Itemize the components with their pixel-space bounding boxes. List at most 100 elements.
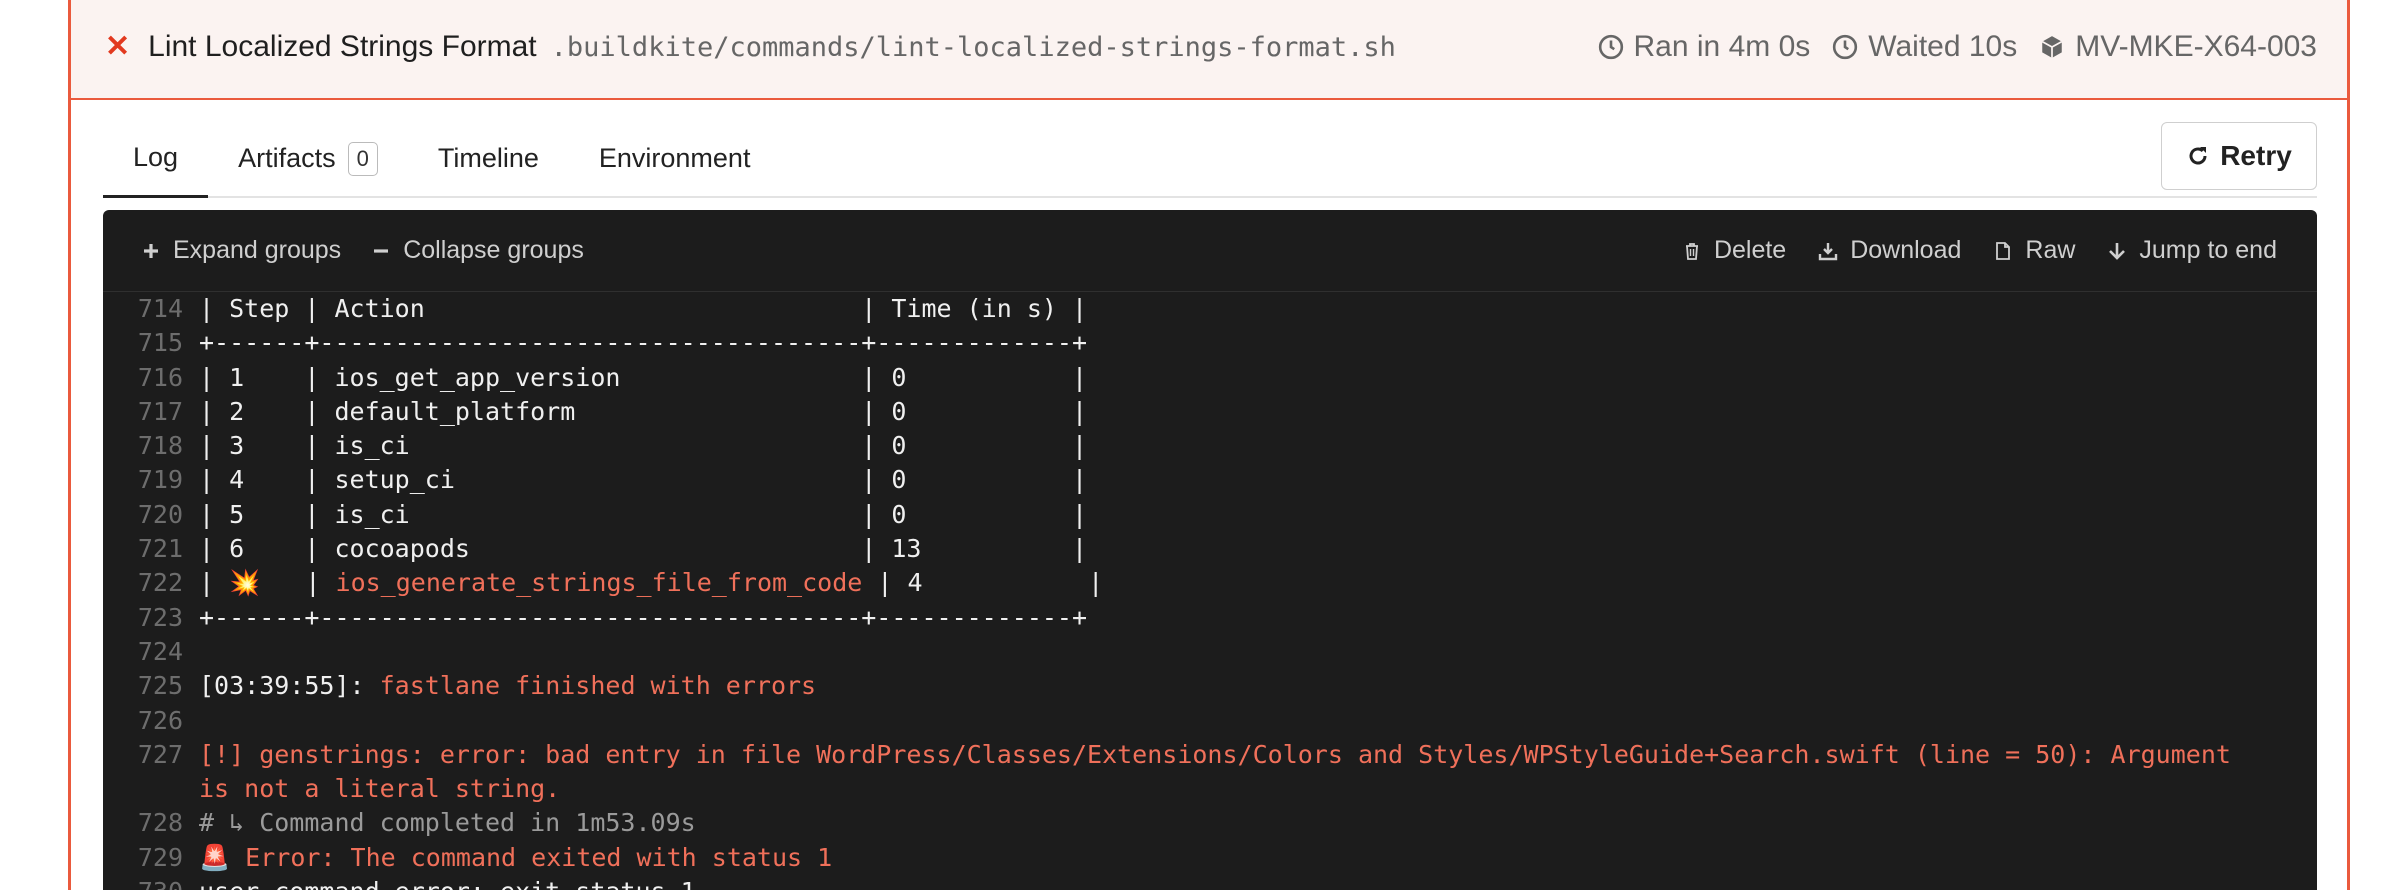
line-text: +------+--------------------------------… <box>199 602 1088 632</box>
line-number: 727 <box>137 739 183 769</box>
table-cell-separator: | <box>260 568 336 598</box>
line-number: 716 <box>137 362 183 392</box>
line-number: 729 <box>137 842 183 872</box>
job-panel: ✕ Lint Localized Strings Format .buildki… <box>68 0 2350 890</box>
delete-log-button[interactable]: Delete <box>1682 236 1786 265</box>
retry-button[interactable]: Retry <box>2161 122 2317 190</box>
line-number: 728 <box>137 808 183 838</box>
trash-icon <box>1685 242 1698 260</box>
line-text: | 2 | default_platform | 0 | <box>199 396 1088 426</box>
jump-to-end-label: Jump to end <box>2139 236 2277 264</box>
explosion-emoji: 💥 <box>229 568 261 598</box>
log-line: 726 <box>103 704 2317 738</box>
log-line: 730user command error: exit status 1 <box>103 875 2317 890</box>
download-log-button[interactable]: Download <box>1818 236 1961 265</box>
job-name: Lint Localized Strings Format <box>148 30 537 63</box>
log-line: 728 # ↳ Command completed in 1m53.09s <box>103 806 2317 840</box>
waited-text: Waited 10s <box>1868 30 2018 63</box>
line-number: 714 <box>137 294 183 323</box>
log-actions: Delete Download Raw Jump to end <box>1650 236 2277 265</box>
line-number: 718 <box>137 431 183 461</box>
log-line: 716 | 1 | ios_get_app_version | 0 | <box>103 361 2317 395</box>
command-summary: # ↳ Command completed in 1m53.09s <box>199 808 696 838</box>
tab-artifacts-label: Artifacts <box>238 143 336 173</box>
collapse-groups-button[interactable]: Collapse groups <box>371 236 584 265</box>
line-number: 715 <box>137 328 183 358</box>
log-line: 718 | 3 | is_ci | 0 | <box>103 429 2317 463</box>
line-text: | 6 | cocoapods | 13 | <box>199 534 1088 564</box>
plus-icon <box>144 243 158 258</box>
line-text: | 3 | is_ci | 0 | <box>199 431 1088 461</box>
raw-label: Raw <box>2025 236 2076 264</box>
line-text: | Step | Action | Time (in s) | <box>199 294 1088 323</box>
collapse-groups-label: Collapse groups <box>403 236 584 264</box>
log-line: 729 🚨 Error: The command exited with stat… <box>103 841 2317 875</box>
line-number: 722 <box>137 568 183 598</box>
delete-label: Delete <box>1713 236 1787 264</box>
retry-icon <box>2189 147 2207 165</box>
jump-to-end-button[interactable]: Jump to end <box>2107 236 2277 265</box>
line-number: 726 <box>137 705 183 735</box>
download-label: Download <box>1850 236 1962 264</box>
log-line: 724 <box>103 635 2317 669</box>
line-text: +------+--------------------------------… <box>199 328 1088 358</box>
log-line: 725 [03:39:55]: fastlane finished with er… <box>103 669 2317 703</box>
line-number: 717 <box>137 396 183 426</box>
log-viewer[interactable]: Expand groups Collapse groups Delete Dow… <box>103 210 2317 890</box>
tab-timeline[interactable]: Timeline <box>408 98 569 196</box>
tab-log[interactable]: Log <box>103 100 209 198</box>
failed-status-icon: ✕ <box>105 30 131 63</box>
arrow-down-icon <box>2109 242 2126 260</box>
agent-link[interactable]: MV-MKE-X64-003 <box>2039 30 2317 64</box>
raw-log-button[interactable]: Raw <box>1993 236 2075 265</box>
failed-action-time: | 4 | <box>862 568 1104 598</box>
ran-duration: Ran in 4m 0s <box>1598 30 1811 64</box>
job-command: .buildkite/commands/lint-localized-strin… <box>550 31 1396 63</box>
log-line: 714 | Step | Action | Time (in s) | <box>103 292 2317 326</box>
line-number: 720 <box>137 499 183 529</box>
log-line: 717 | 2 | default_platform | 0 | <box>103 395 2317 429</box>
line-text: | 4 | setup_ci | 0 | <box>199 465 1088 495</box>
timestamp: [03:39:55]: <box>199 671 380 701</box>
line-number: 730 <box>103 875 199 890</box>
tab-timeline-label: Timeline <box>437 143 539 173</box>
log-toolbar: Expand groups Collapse groups Delete Dow… <box>103 210 2317 292</box>
line-text: | 1 | ios_get_app_version | 0 | <box>199 362 1088 392</box>
waited-duration: Waited 10s <box>1832 30 2017 64</box>
failed-action-name: ios_generate_strings_file_from_code <box>335 568 863 598</box>
download-icon <box>1819 242 1838 260</box>
line-text: | 💥 | ios_generate_strings_file_from_cod… <box>199 566 1103 600</box>
line-number: 725 <box>137 671 183 701</box>
job-tabs: Log Artifacts 0 Timeline Environment Ret… <box>103 100 2317 198</box>
log-line: 719 | 4 | setup_ci | 0 | <box>103 463 2317 497</box>
ran-text: Ran in 4m 0s <box>1633 30 1811 63</box>
line-number: 724 <box>137 636 183 666</box>
job-header[interactable]: ✕ Lint Localized Strings Format .buildki… <box>71 0 2347 100</box>
cube-icon <box>2042 36 2063 58</box>
error-message: [!] genstrings: error: bad entry in file… <box>199 739 2246 804</box>
tab-environment-label: Environment <box>598 143 751 173</box>
log-line: 727 [!] genstrings: error: bad entry in f… <box>103 738 2317 807</box>
line-number: 719 <box>137 465 183 495</box>
log-lines: 714 | Step | Action | Time (in s) | 715 +-… <box>103 292 2317 890</box>
table-cell-separator: | <box>199 568 230 598</box>
minus-icon <box>374 248 389 253</box>
log-line: 723 +------+-----------------------------… <box>103 601 2317 635</box>
exit-error: 🚨 Error: The command exited with status … <box>199 842 833 872</box>
line-text: [03:39:55]: fastlane finished with error… <box>199 669 816 703</box>
log-line-failed-step: 722 | 💥 | ios_generate_strings_file_from_… <box>103 566 2317 600</box>
retry-label: Retry <box>2220 140 2292 171</box>
clock-icon <box>1598 34 1623 60</box>
expand-groups-label: Expand groups <box>173 236 342 264</box>
clock-icon <box>1833 34 1858 60</box>
line-text: user command error: exit status 1 <box>199 875 696 890</box>
expand-groups-button[interactable]: Expand groups <box>141 236 341 265</box>
line-text: | 5 | is_ci | 0 | <box>199 499 1088 529</box>
tab-log-label: Log <box>133 142 179 172</box>
error-message: fastlane finished with errors <box>379 671 817 701</box>
file-icon <box>1996 241 2011 260</box>
log-line: 715 +------+-----------------------------… <box>103 326 2317 360</box>
tab-environment[interactable]: Environment <box>569 98 781 196</box>
log-line: 721 | 6 | cocoapods | 13 | <box>103 532 2317 566</box>
tab-artifacts[interactable]: Artifacts 0 <box>208 98 408 196</box>
